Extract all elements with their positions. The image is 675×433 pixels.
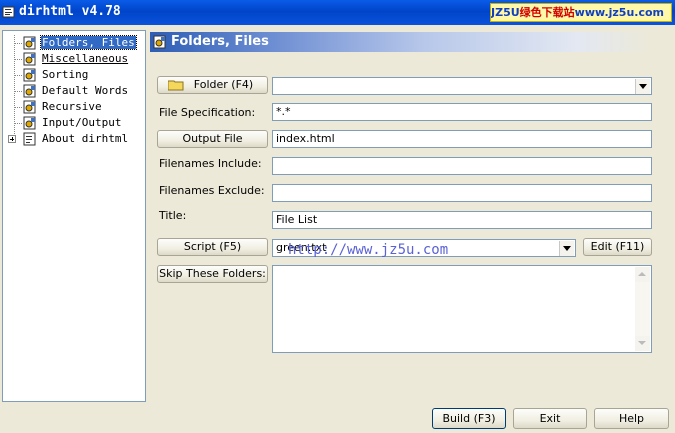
panel-header: Folders, Files [150,32,652,52]
expand-icon[interactable] [8,135,16,143]
help-button-label: Help [618,412,645,425]
exclude-input[interactable] [272,184,652,202]
output-file-button[interactable]: Output File [157,130,268,148]
chevron-down-icon[interactable] [635,79,650,94]
tree-item-miscellaneous[interactable]: Miscellaneous [3,51,145,67]
tree-item-label[interactable]: Default Words [41,84,129,97]
tree-connector [14,123,22,124]
skip-folders-button-label: Skip These Folders: [159,267,266,280]
panel-title: Folders, Files [171,34,269,49]
edit-button[interactable]: Edit (F11) [583,238,652,256]
help-button[interactable]: Help [594,408,669,429]
script-button-label: Script (F5) [183,240,242,253]
file-spec-input[interactable]: *.* [272,103,652,121]
app-icon [2,6,15,18]
watermark-slogan: 绿色下载站 [519,6,575,19]
include-label: Filenames Include: [159,157,262,170]
tree-item-folders-files[interactable]: Folders, Files [3,35,145,51]
folder-button[interactable]: Folder (F4) [157,76,268,94]
folder-button-label: Folder (F4) [193,78,254,91]
watermark-badge: JZ5U绿色下载站www.jz5u.com [490,3,672,22]
skip-folders-button[interactable]: Skip These Folders: [157,265,268,283]
tree-item-sorting[interactable]: Sorting [3,67,145,83]
tree-connector [14,43,22,44]
tree-item-label[interactable]: Miscellaneous [41,52,129,65]
tree-item-label[interactable]: Recursive [41,100,103,113]
tree-connector [14,91,22,92]
watermark-url: www.jz5u.com [574,6,664,19]
info-page-icon [23,132,36,146]
folder-icon [168,80,184,91]
tree-connector [14,75,22,76]
gear-page-icon [23,52,36,66]
gear-page-icon [23,36,36,50]
tree-item-about-dirhtml[interactable]: About dirhtml [3,131,145,147]
scroll-up-icon[interactable] [635,267,650,282]
title-label: Title: [159,209,187,222]
tree-item-label[interactable]: Input/Output [41,116,122,129]
tree-connector [14,59,22,60]
output-file-input[interactable]: index.html [272,130,652,148]
url-watermark: http://www.jz5u.com [288,242,449,258]
tree-item-input-output[interactable]: Input/Output [3,115,145,131]
file-spec-label: File Specification: [159,106,256,119]
tree-connector [14,107,22,108]
title-value: File List [276,213,318,226]
tree-item-label[interactable]: Sorting [41,68,89,81]
skip-folders-textarea[interactable] [272,265,652,353]
gear-page-icon [23,84,36,98]
output-file-value: index.html [276,132,335,145]
title-input[interactable]: File List [272,211,652,229]
exit-button[interactable]: Exit [513,408,587,429]
build-button-label: Build (F3) [442,412,496,425]
gear-page-icon [23,100,36,114]
gear-page-icon [23,68,36,82]
edit-button-label: Edit (F11) [590,240,645,253]
file-spec-value: *.* [276,105,291,118]
script-button[interactable]: Script (F5) [157,238,268,256]
exit-button-label: Exit [539,412,561,425]
scrollbar-track[interactable] [635,282,650,336]
folder-combo[interactable] [272,77,652,95]
tree-item-label[interactable]: Folders, Files [40,35,137,50]
gear-page-icon [153,35,166,49]
options-tree[interactable]: Folders, Files Miscellaneous Sorting Def… [2,30,146,402]
include-input[interactable] [272,157,652,175]
tree-item-recursive[interactable]: Recursive [3,99,145,115]
watermark-brand: JZ5U [491,6,520,19]
tree-item-label[interactable]: About dirhtml [41,132,129,145]
exclude-label: Filenames Exclude: [159,184,265,197]
scroll-down-icon[interactable] [635,336,650,351]
tree-item-default-words[interactable]: Default Words [3,83,145,99]
output-file-button-label: Output File [182,132,243,145]
chevron-down-icon[interactable] [559,241,574,256]
window-title: dirhtml v4.78 [19,4,121,19]
title-bar: dirhtml v4.78 JZ5U绿色下载站www.jz5u.com [0,0,675,25]
gear-page-icon [23,116,36,130]
build-button[interactable]: Build (F3) [432,408,506,429]
